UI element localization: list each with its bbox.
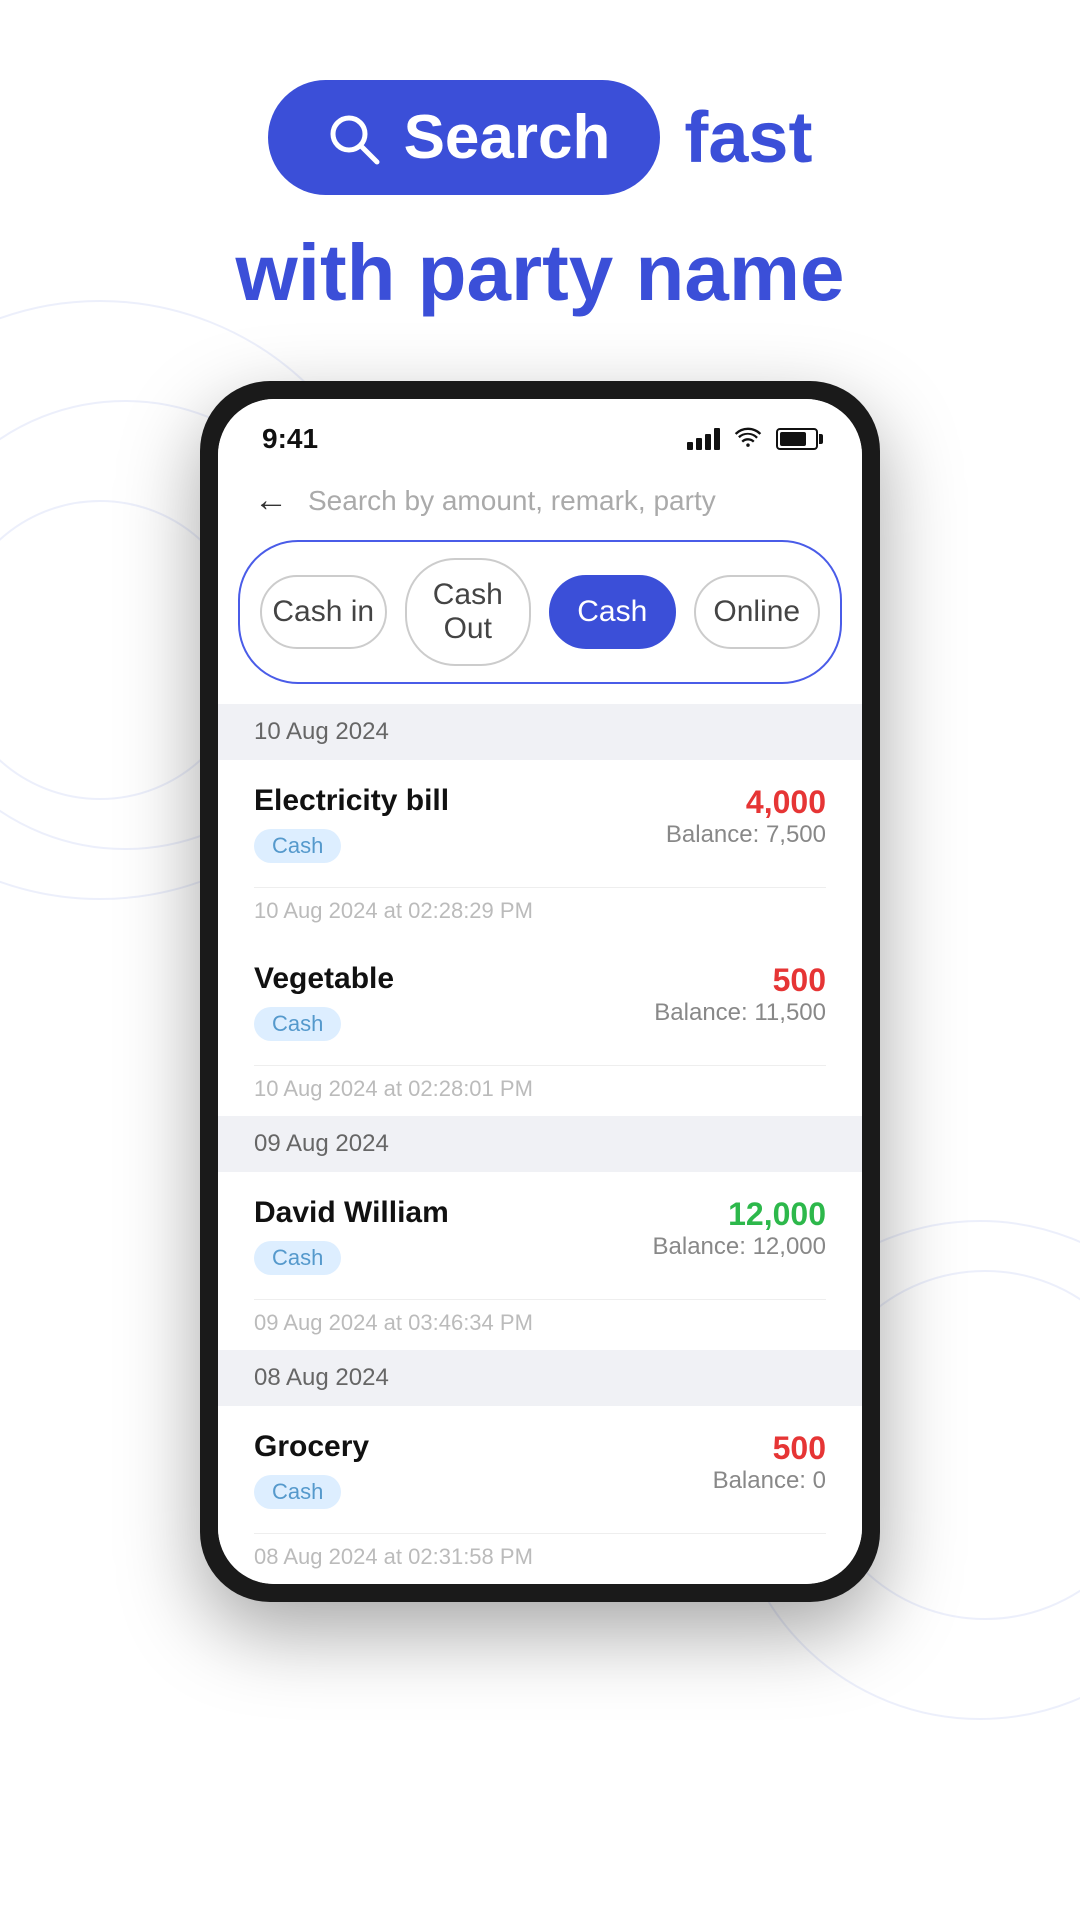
- transaction-amount: 500: [773, 1430, 826, 1467]
- filter-tab-cash-out[interactable]: Cash Out: [405, 558, 532, 666]
- transaction-item[interactable]: Grocery 500 Cash Balance: 0: [218, 1406, 862, 1519]
- back-button[interactable]: ←: [254, 481, 288, 520]
- transaction-timestamp: 10 Aug 2024 at 02:28:01 PM: [218, 1066, 862, 1116]
- transaction-item[interactable]: Vegetable 500 Cash Balance: 11,500: [218, 938, 862, 1051]
- date-header-aug09: 09 Aug 2024: [218, 1116, 862, 1172]
- search-pill-row: Search fast: [0, 80, 1080, 195]
- transaction-amount: 4,000: [746, 784, 826, 821]
- phone-mockup: 9:41 ← Sear: [0, 381, 1080, 1602]
- hero-fast-label: fast: [684, 97, 812, 179]
- search-pill: Search: [268, 80, 661, 195]
- filter-tab-cash-in[interactable]: Cash in: [260, 575, 387, 649]
- filter-strip: Cash in Cash Out Cash Online: [238, 540, 842, 684]
- phone-screen: 9:41 ← Sear: [218, 399, 862, 1584]
- transaction-item[interactable]: Electricity bill 4,000 Cash Balance: 7,5…: [218, 760, 862, 873]
- transaction-meta-row: Cash Balance: 12,000: [254, 1233, 826, 1275]
- search-icon: [318, 103, 388, 173]
- battery-icon: [776, 428, 818, 450]
- transaction-row: Grocery 500: [254, 1430, 826, 1467]
- search-bar[interactable]: ← Search by amount, remark, party: [218, 465, 862, 540]
- transaction-balance: Balance: 12,000: [653, 1233, 826, 1261]
- signal-icon: [687, 428, 720, 450]
- transaction-tag: Cash: [254, 1007, 341, 1041]
- transaction-tag: Cash: [254, 829, 341, 863]
- date-header-aug08: 08 Aug 2024: [218, 1350, 862, 1406]
- hero-section: Search fast with party name: [0, 0, 1080, 361]
- search-input[interactable]: Search by amount, remark, party: [308, 485, 826, 517]
- transaction-balance: Balance: 0: [713, 1467, 826, 1495]
- search-label: Search: [404, 102, 611, 173]
- filter-tab-online[interactable]: Online: [694, 575, 821, 649]
- transaction-balance: Balance: 7,500: [666, 821, 826, 849]
- transaction-tag: Cash: [254, 1475, 341, 1509]
- transaction-name: David William: [254, 1196, 449, 1230]
- transaction-name: Vegetable: [254, 962, 394, 996]
- transaction-item[interactable]: David William 12,000 Cash Balance: 12,00…: [218, 1172, 862, 1285]
- transaction-row: Electricity bill 4,000: [254, 784, 826, 821]
- transaction-row: Vegetable 500: [254, 962, 826, 999]
- transaction-meta-row: Cash Balance: 11,500: [254, 999, 826, 1041]
- transaction-timestamp: 10 Aug 2024 at 02:28:29 PM: [218, 888, 862, 938]
- status-time: 9:41: [262, 423, 318, 455]
- transaction-meta-row: Cash Balance: 0: [254, 1467, 826, 1509]
- transaction-amount: 500: [773, 962, 826, 999]
- transaction-timestamp: 09 Aug 2024 at 03:46:34 PM: [218, 1300, 862, 1350]
- transaction-row: David William 12,000: [254, 1196, 826, 1233]
- transaction-meta-row: Cash Balance: 7,500: [254, 821, 826, 863]
- status-right-icons: [687, 423, 818, 455]
- transaction-timestamp: 08 Aug 2024 at 02:31:58 PM: [218, 1534, 862, 1584]
- filter-strip-outer: Cash in Cash Out Cash Online: [218, 540, 862, 704]
- transaction-name: Grocery: [254, 1430, 369, 1464]
- filter-tab-cash[interactable]: Cash: [549, 575, 676, 649]
- wifi-icon: [734, 423, 762, 455]
- transaction-tag: Cash: [254, 1241, 341, 1275]
- phone-outer-frame: 9:41 ← Sear: [200, 381, 880, 1602]
- transaction-list: 10 Aug 2024 Electricity bill 4,000 Cash …: [218, 704, 862, 1584]
- transaction-name: Electricity bill: [254, 784, 449, 818]
- date-header-aug10: 10 Aug 2024: [218, 704, 862, 760]
- transaction-balance: Balance: 11,500: [654, 999, 826, 1027]
- status-bar: 9:41: [218, 399, 862, 465]
- hero-subtitle: with party name: [0, 225, 1080, 321]
- transaction-amount: 12,000: [728, 1196, 826, 1233]
